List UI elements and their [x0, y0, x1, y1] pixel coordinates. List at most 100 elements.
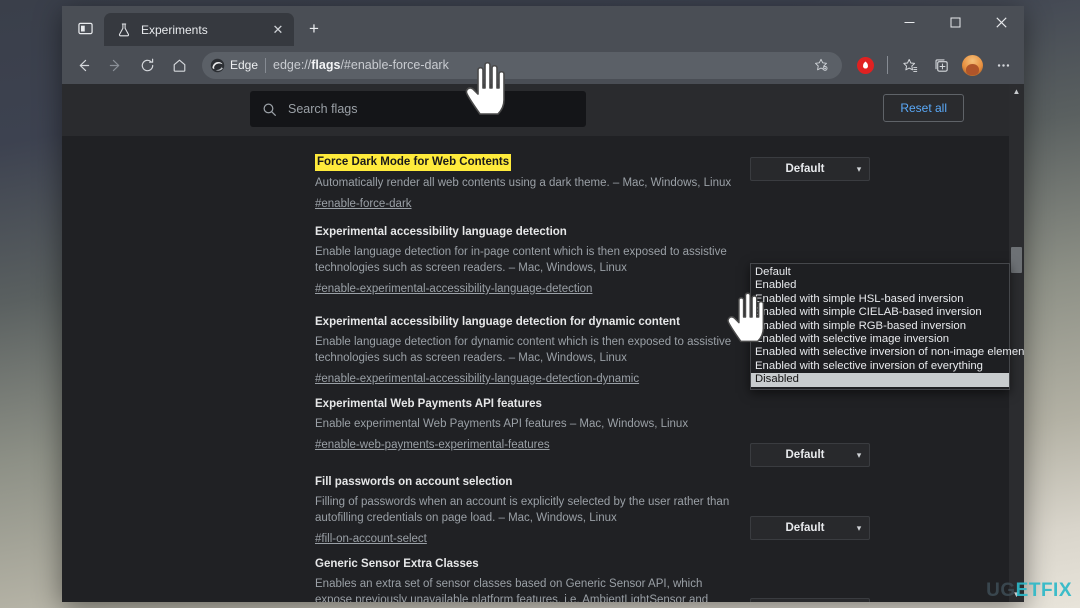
arrow-right-icon [109, 59, 119, 71]
page-scrollbar[interactable]: ▲ ▼ [1009, 84, 1024, 602]
flag-title: Experimental accessibility language dete… [315, 316, 680, 328]
profile-button[interactable] [957, 50, 987, 80]
flag-title: Generic Sensor Extra Classes [315, 558, 479, 570]
flag-select[interactable]: Default ▾ [750, 443, 870, 467]
favorites-star-icon [902, 58, 917, 72]
reset-all-button[interactable]: Reset all [883, 94, 964, 122]
close-tab-icon[interactable]: ✕ [268, 20, 288, 40]
tab-search-glyph [77, 22, 93, 34]
new-tab-button[interactable]: + [300, 15, 328, 43]
tab-strip: Experiments ✕ + [104, 6, 328, 46]
add-favorite-button[interactable] [806, 50, 836, 80]
search-icon [263, 103, 276, 116]
search-flags-box[interactable]: Search flags [250, 91, 586, 127]
flag-select[interactable]: Default ▾ [750, 516, 870, 540]
flag-description: Automatically render all web contents us… [315, 177, 732, 189]
chevron-down-icon: ▾ [856, 522, 862, 533]
browser-window: Experiments ✕ + Edge edge://flags/#enabl… [62, 6, 1024, 602]
scroll-thumb[interactable] [1011, 247, 1022, 273]
title-bar: Experiments ✕ + [62, 6, 1024, 46]
maximize-button[interactable] [932, 6, 978, 38]
home-button[interactable] [164, 50, 194, 80]
back-button[interactable] [68, 50, 98, 80]
minimize-button[interactable] [886, 6, 932, 38]
edge-logo-icon [210, 58, 225, 72]
flag-description: Enable language detection for dynamic co… [315, 336, 732, 364]
extension-red-button[interactable] [850, 50, 880, 80]
flag-anchor-link[interactable]: #enable-web-payments-experimental-featur… [315, 439, 550, 451]
flag-select-value: Default [785, 449, 825, 461]
flag-anchor-link[interactable]: #fill-on-account-select [315, 533, 427, 545]
watermark-part2: G [1000, 580, 1016, 601]
flag-description: Enable experimental Web Payments API fea… [315, 418, 689, 430]
chevron-down-icon: ▾ [856, 449, 862, 460]
flag-select-value: Default [785, 163, 825, 175]
dropdown-option[interactable]: Enabled with selective image inversion [751, 333, 1009, 346]
reload-button[interactable] [132, 50, 162, 80]
refresh-icon [141, 58, 153, 71]
watermark-part4: FIX [1040, 580, 1072, 601]
window-controls [886, 6, 1024, 38]
scroll-up-arrow[interactable]: ▲ [1009, 84, 1024, 99]
dropdown-option[interactable]: Enabled with simple HSL-based inversion [751, 293, 1009, 306]
minimize-icon [904, 21, 914, 23]
browser-tab[interactable]: Experiments ✕ [104, 13, 294, 46]
toolbar-divider [887, 56, 888, 74]
url-text: edge://flags/#enable-force-dark [273, 58, 799, 72]
flag-select[interactable]: Default ▾ [750, 598, 870, 602]
flag-text: Experimental accessibility language dete… [315, 312, 740, 387]
dropdown-option[interactable]: Default [751, 266, 1009, 279]
more-settings-icon [997, 63, 1009, 67]
settings-and-more-button[interactable] [988, 50, 1018, 80]
extension-glyph [862, 60, 868, 69]
flag-text: Force Dark Mode for Web Contents Automat… [315, 152, 740, 212]
add-favorite-star-icon [815, 58, 828, 71]
favorites-button[interactable] [895, 50, 925, 80]
maximize-icon [950, 17, 960, 27]
flag-title: Fill passwords on account selection [315, 476, 513, 488]
flag-title: Experimental accessibility language dete… [315, 226, 567, 238]
watermark-part1: U [986, 580, 1001, 601]
url-prefix: edge:// [273, 58, 312, 72]
flag-anchor-link[interactable]: #enable-experimental-accessibility-langu… [315, 373, 639, 385]
flag-text: Experimental Web Payments API features E… [315, 394, 740, 453]
url-suffix: /#enable-force-dark [340, 58, 449, 72]
flag-title: Force Dark Mode for Web Contents [315, 154, 512, 171]
watermark: UGETFIX [986, 580, 1072, 602]
flag-select[interactable]: Default ▾ [750, 157, 870, 181]
flag-dropdown-menu[interactable]: Default Enabled Enabled with simple HSL-… [750, 263, 1024, 390]
omnibox-divider [265, 57, 267, 73]
flag-text: Fill passwords on account selection Fill… [315, 472, 755, 547]
flag-title: Experimental Web Payments API features [315, 398, 542, 410]
edge-chip: Edge [210, 58, 258, 73]
flag-text: Generic Sensor Extra Classes Enables an … [315, 554, 740, 602]
dropdown-option-selected[interactable]: Disabled [751, 373, 1009, 387]
forward-button[interactable] [100, 50, 130, 80]
close-window-button[interactable] [978, 6, 1024, 38]
arrow-left-icon [79, 59, 89, 71]
flag-select-value: Default [785, 522, 825, 534]
dropdown-option[interactable]: Enabled with simple RGB-based inversion [751, 320, 1009, 333]
chevron-down-icon: ▾ [856, 163, 862, 174]
watermark-part3: ET [1015, 580, 1041, 601]
flags-header: Search flags Reset all [62, 84, 1024, 136]
dropdown-option[interactable]: Enabled with simple CIELAB-based inversi… [751, 306, 1009, 319]
dropdown-option[interactable]: Enabled with selective inversion of non-… [751, 346, 1024, 359]
browser-toolbar: Edge edge://flags/#enable-force-dark [62, 46, 1024, 84]
flag-anchor-link[interactable]: #enable-force-dark [315, 198, 412, 210]
dropdown-option[interactable]: Enabled with selective inversion of ever… [751, 360, 1009, 373]
address-bar[interactable]: Edge edge://flags/#enable-force-dark [202, 50, 842, 80]
search-input[interactable]: Search flags [288, 102, 357, 116]
flag-text: Experimental accessibility language dete… [315, 222, 740, 297]
dropdown-option[interactable]: Enabled [751, 279, 1009, 292]
flag-anchor-link[interactable]: #enable-experimental-accessibility-langu… [315, 283, 592, 295]
flags-page: Search flags Reset all Force Dark Mode f… [62, 84, 1024, 602]
flag-description: Filling of passwords when an account is … [315, 496, 730, 524]
edge-chip-label: Edge [230, 58, 259, 72]
collections-button[interactable] [926, 50, 956, 80]
collections-icon [934, 58, 948, 72]
flag-description: Enables an extra set of sensor classes b… [315, 578, 709, 602]
flag-description: Enable language detection for in-page co… [315, 246, 727, 274]
tab-search-icon[interactable] [68, 13, 102, 43]
url-bold: flags [311, 58, 341, 72]
